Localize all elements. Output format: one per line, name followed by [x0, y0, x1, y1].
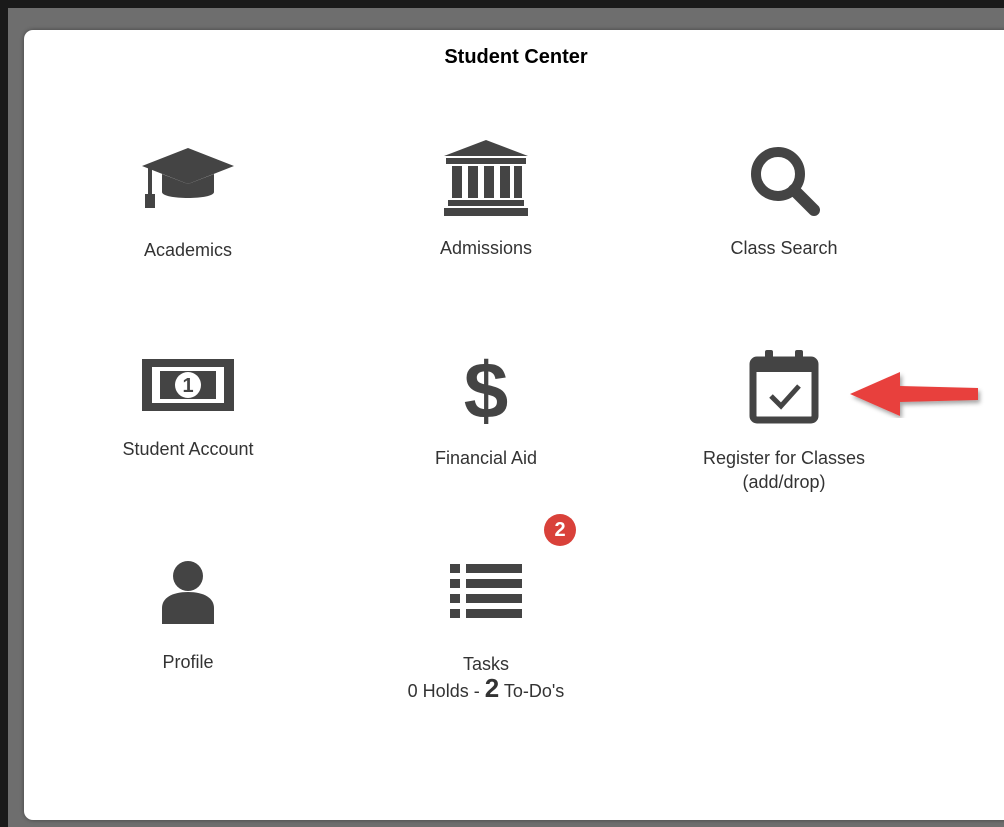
tile-label: Register for Classes	[702, 448, 866, 468]
calendar-check-icon	[749, 350, 819, 424]
tasks-summary: 0 Holds - 2 To-Do's	[366, 673, 606, 703]
tile-financial-aid[interactable]: $ Financial Aid	[366, 348, 606, 470]
svg-text:1: 1	[182, 375, 193, 397]
tile-label: Academics	[143, 240, 233, 260]
todo-count: 2	[484, 673, 500, 703]
svg-text:$: $	[464, 348, 509, 424]
tile-label: Profile	[162, 652, 214, 672]
todo-text: To-Do's	[499, 681, 565, 701]
user-icon	[162, 561, 214, 624]
money-bill-icon: 1	[142, 359, 234, 411]
tile-label: Class Search	[730, 238, 838, 258]
tile-sublabel: (add/drop)	[742, 472, 826, 492]
tasks-badge: 2	[544, 514, 576, 546]
arrow-left-icon	[850, 372, 978, 416]
dollar-sign-icon: $	[464, 348, 509, 424]
page-title: Student Center	[444, 46, 588, 68]
student-center-panel: Student Center Academics Admissions Clas…	[24, 30, 1004, 820]
tile-class-search[interactable]: Class Search	[664, 140, 904, 260]
graduation-cap-icon	[142, 148, 234, 208]
tile-label: Financial Aid	[434, 448, 538, 468]
tile-label: Student Account	[122, 439, 254, 459]
tile-student-account[interactable]: 1 Student Account	[68, 355, 308, 461]
search-icon	[751, 147, 820, 216]
tile-admissions[interactable]: Admissions	[366, 140, 606, 260]
list-icon	[450, 564, 522, 618]
tile-tasks[interactable]: Tasks 0 Holds - 2 To-Do's	[366, 560, 606, 703]
institution-icon	[444, 140, 528, 216]
tile-profile[interactable]: Profile	[68, 560, 308, 674]
holds-text: 0 Holds -	[407, 681, 485, 701]
tile-academics[interactable]: Academics	[68, 140, 308, 262]
tile-label: Admissions	[439, 238, 533, 258]
